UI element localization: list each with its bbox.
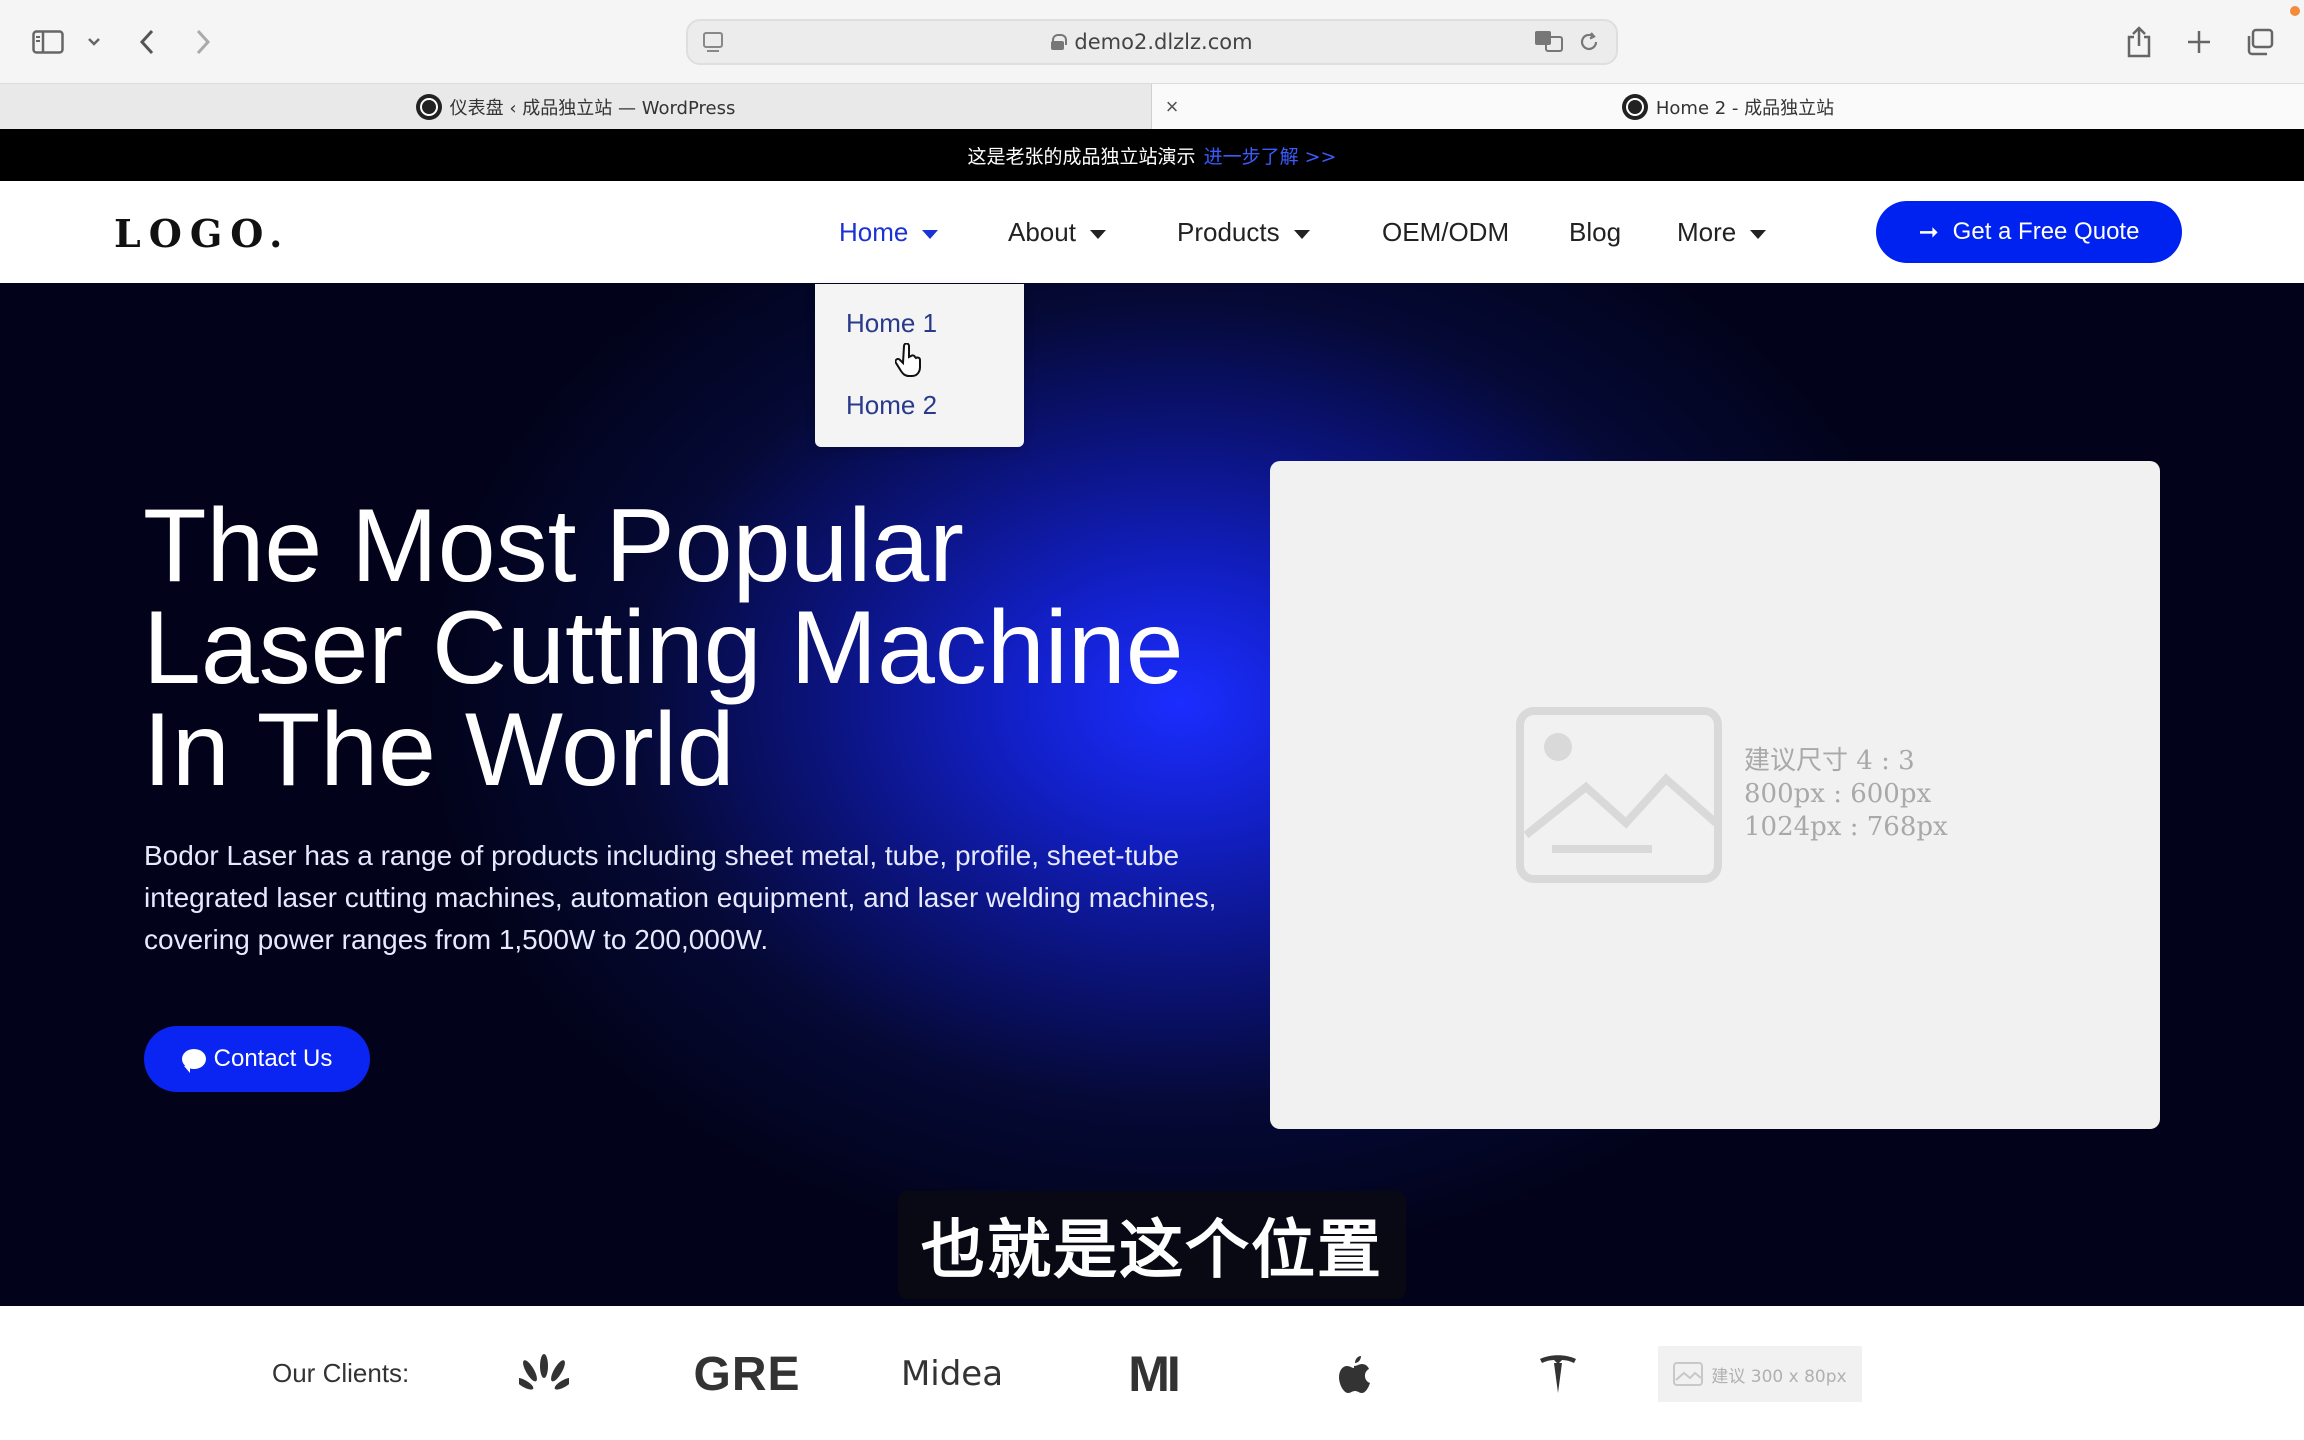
size-note-line: 800px : 600px	[1744, 779, 1932, 809]
address-bar[interactable]: demo2.dlzlz.com	[686, 19, 1618, 65]
forward-icon[interactable]	[190, 22, 216, 62]
hero-section: The Most Popular Laser Cutting Machine I…	[0, 283, 2304, 1306]
nav-label: Blog	[1569, 217, 1622, 247]
hero-image-placeholder: 建议尺寸 4 : 3 800px : 600px 1024px : 768px	[1270, 461, 2160, 1129]
nav-label: OEM/ODM	[1382, 217, 1510, 247]
contact-us-button[interactable]: Contact Us	[144, 1026, 370, 1092]
hero-title-line: In The World	[143, 692, 735, 808]
site-logo[interactable]: LOGO.	[114, 211, 290, 256]
nav-label: About	[1008, 217, 1076, 247]
new-tab-icon[interactable]	[2184, 22, 2214, 62]
nav-oem-odm[interactable]: OEM/ODM	[1382, 217, 1509, 248]
dropdown-item-home-1[interactable]: Home 1	[846, 308, 937, 339]
hero-title-line: The Most Popular	[143, 488, 964, 604]
tab-overview-icon[interactable]	[2242, 22, 2276, 62]
hero-description: Bodor Laser has a range of products incl…	[144, 840, 1217, 955]
announcement-text: 这是老张的成品独立站演示	[967, 145, 1196, 168]
arrow-right-icon: ➞	[1918, 218, 1939, 246]
nav-label: More	[1677, 217, 1737, 247]
clients-section: Our Clients: GRE Midea MI 建议 300 x 80px	[0, 1306, 2304, 1440]
announcement-link[interactable]: 进一步了解 >>	[1204, 142, 1337, 169]
nav-label: Products	[1177, 217, 1280, 247]
client-mi-logo: MI	[1128, 1346, 1181, 1402]
site-header: LOGO. Home About Products OEM/ODM Blog M…	[0, 181, 2304, 283]
tab-home-2[interactable]: Home 2 - 成品独立站	[1152, 84, 2304, 129]
announcement-bar: 这是老张的成品独立站演示 进一步了解 >>	[0, 129, 2304, 181]
huawei-logo-icon	[516, 1346, 572, 1402]
tesla-logo-icon	[1536, 1346, 1580, 1402]
placeholder-text: 建议 300 x 80px	[1711, 1366, 1847, 1387]
clients-label: Our Clients:	[272, 1358, 410, 1388]
apple-logo-icon	[1332, 1346, 1376, 1402]
nav-products[interactable]: Products	[1177, 217, 1310, 248]
sidebar-toggle-icon[interactable]	[30, 22, 66, 62]
size-note-line: 建议尺寸 4 : 3	[1744, 746, 1915, 776]
hero-title: The Most Popular Laser Cutting Machine I…	[143, 488, 1293, 808]
image-placeholder-icon	[1673, 1362, 1704, 1386]
translate-icon[interactable]	[1534, 29, 1564, 58]
wordpress-icon	[1621, 93, 1648, 120]
caret-down-icon	[1089, 229, 1106, 239]
dropdown-item-home-2[interactable]: Home 2	[846, 390, 937, 421]
notification-dot	[2290, 6, 2300, 16]
chat-icon	[181, 1049, 206, 1073]
client-midea-logo: Midea	[900, 1354, 1004, 1394]
chevron-down-icon[interactable]	[84, 22, 104, 62]
nav-label: Home	[839, 217, 909, 247]
tab-bar: 仪表盘 ‹ 成品独立站 — WordPress × Home 2 - 成品独立站	[0, 84, 2304, 129]
caret-down-icon	[1750, 229, 1767, 239]
hero-title-line: Laser Cutting Machine	[143, 590, 1184, 706]
close-tab-icon[interactable]: ×	[1160, 84, 1184, 129]
contact-label: Contact Us	[213, 1045, 333, 1072]
lock-icon	[1051, 34, 1068, 50]
quote-label: Get a Free Quote	[1952, 218, 2140, 245]
share-icon[interactable]	[2124, 22, 2154, 62]
wordpress-icon	[415, 93, 442, 120]
nav-about[interactable]: About	[1008, 217, 1106, 248]
page-menu-icon[interactable]	[702, 31, 724, 58]
video-subtitle: 也就是这个位置	[898, 1191, 1406, 1299]
browser-toolbar: demo2.dlzlz.com	[0, 0, 2304, 84]
nav-more[interactable]: More	[1677, 217, 1767, 248]
image-size-note: 建议尺寸 4 : 3 800px : 600px 1024px : 768px	[1744, 745, 1948, 844]
size-note-line: 1024px : 768px	[1744, 812, 1948, 842]
url-text: demo2.dlzlz.com	[1074, 30, 1253, 54]
tab-title: 仪表盘 ‹ 成品独立站 — WordPress	[449, 97, 736, 119]
tab-title: Home 2 - 成品独立站	[1655, 97, 1835, 119]
nav-home[interactable]: Home	[839, 217, 939, 248]
reload-icon[interactable]	[1578, 30, 1600, 59]
client-gre-logo: GRE	[693, 1347, 801, 1401]
nav-blog[interactable]: Blog	[1569, 217, 1621, 248]
caret-down-icon	[922, 229, 939, 239]
tab-wordpress-dashboard[interactable]: 仪表盘 ‹ 成品独立站 — WordPress	[0, 84, 1152, 129]
client-logo-placeholder: 建议 300 x 80px	[1658, 1346, 1862, 1402]
caret-down-icon	[1293, 229, 1310, 239]
get-quote-button[interactable]: ➞ Get a Free Quote	[1876, 201, 2182, 263]
image-placeholder-icon	[1516, 707, 1722, 883]
back-icon[interactable]	[134, 22, 160, 62]
hand-cursor-icon	[895, 343, 921, 377]
